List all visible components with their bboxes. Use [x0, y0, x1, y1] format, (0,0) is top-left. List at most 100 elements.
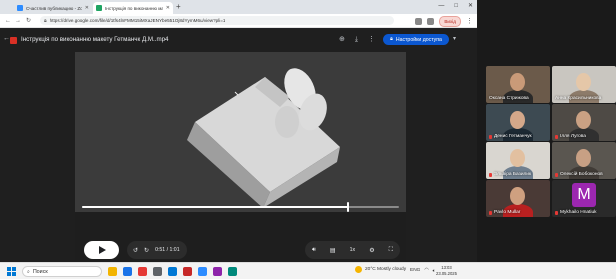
participant-name-text: Ілля Лугова: [560, 134, 586, 139]
forward-10-icon[interactable]: ↻: [144, 247, 149, 254]
video-frame: [75, 52, 406, 212]
participant-tile[interactable]: Анна Красильникова: [552, 66, 616, 103]
participant-tile[interactable]: Оксана Стрижова: [486, 66, 550, 103]
extension-icon[interactable]: [415, 18, 423, 25]
tab-drive-video[interactable]: Інструкція по виконанню макет ✕: [93, 2, 173, 14]
lock-icon: 🔒︎: [44, 17, 47, 24]
viewer-header: ← Інструкція по виконанню макету Гетманч…: [0, 29, 477, 51]
windows-taskbar: ⌕ Поиск 20°C Mostly cloudy ENG ◠ 🔈︎ 13:0…: [0, 262, 616, 279]
progress-fill: [82, 206, 349, 208]
drive-favicon-icon: [96, 5, 102, 11]
menu-dots-icon[interactable]: ⋮: [466, 18, 473, 26]
taskbar-app-icon[interactable]: [228, 267, 237, 276]
minimize-button[interactable]: —: [438, 2, 444, 11]
weather-cloud-sun-icon: [355, 266, 362, 273]
playback-speed[interactable]: 1x: [350, 247, 355, 253]
volume-icon[interactable]: 🔊︎: [312, 247, 316, 254]
participant-name: Ілля Лугова: [555, 134, 586, 139]
profile-button[interactable]: Вихід: [439, 16, 461, 27]
play-icon: [98, 246, 106, 254]
mic-muted-icon: [489, 172, 492, 177]
taskbar-app-icon[interactable]: [213, 267, 222, 276]
mic-muted-icon: [489, 134, 492, 139]
taskbar-app-icon[interactable]: [168, 267, 177, 276]
chevron-down-icon[interactable]: ▾: [453, 35, 456, 42]
mic-muted-icon: [489, 210, 492, 215]
browser-window: Счастлив публикацию - Zoom ✕ Інструкція …: [0, 0, 477, 262]
search-icon: ⌕: [27, 268, 30, 275]
zoom-favicon-icon: [17, 5, 23, 11]
participant-name: Анна Красильникова: [555, 96, 601, 101]
mic-muted-icon: [555, 172, 558, 177]
captions-icon[interactable]: ▤: [330, 247, 336, 254]
gear-icon[interactable]: ⚙︎: [369, 247, 374, 254]
file-title: Інструкція по виконанню макету Гетманчк …: [21, 36, 169, 43]
participant-name: Денис Гетманчук: [489, 134, 532, 139]
windows-start-icon[interactable]: [7, 267, 16, 276]
share-label: Настройки доступа: [395, 36, 442, 43]
participant-tile[interactable]: Pavlo Mullar: [486, 180, 550, 217]
participant-tile[interactable]: Денис Гетманчук: [486, 104, 550, 141]
taskbar-app-icon[interactable]: [108, 267, 117, 276]
participant-name-text: Оксана Стрижова: [489, 96, 529, 101]
tab-strip: Счастлив публикацию - Zoom ✕ Інструкція …: [0, 0, 477, 14]
address-bar[interactable]: 🔒︎ https://drive.google.com/file/d/1tfs4…: [40, 16, 394, 25]
taskbar-app-icon[interactable]: [138, 267, 147, 276]
participant-face: [510, 73, 525, 91]
taskbar-apps: [108, 267, 237, 276]
maximize-button[interactable]: □: [454, 2, 458, 11]
progress-thumb[interactable]: [347, 202, 350, 212]
share-settings-button[interactable]: 🔒︎ Настройки доступа: [383, 34, 449, 45]
avatar-initial: M: [572, 183, 596, 207]
taskbar-search[interactable]: ⌕ Поиск: [22, 266, 102, 277]
mic-muted-icon: [555, 134, 558, 139]
participant-name-text: Анна Красильникова: [555, 96, 602, 101]
weather-widget[interactable]: 20°C Mostly cloudy: [355, 266, 406, 273]
add-to-drive-icon[interactable]: ⊕: [339, 35, 345, 44]
reload-icon[interactable]: ↻: [26, 17, 31, 25]
video-content-3d-model: [75, 52, 406, 212]
participant-face: [510, 187, 525, 205]
close-tab-icon[interactable]: ✕: [166, 5, 170, 11]
taskbar-app-icon[interactable]: [198, 267, 207, 276]
forward-arrow-icon[interactable]: →: [15, 17, 21, 25]
tab-zoom[interactable]: Счастлив публикацию - Zoom ✕: [14, 2, 92, 14]
system-clock[interactable]: 13:03 23.05.2025: [436, 265, 457, 277]
new-tab-button[interactable]: +: [176, 2, 181, 12]
close-tab-icon[interactable]: ✕: [85, 5, 89, 11]
participant-tile[interactable]: M Mykhailo Hnatiuk: [552, 180, 616, 217]
participant-tile[interactable]: Эльвіра Базилик: [486, 142, 550, 179]
taskbar-app-icon[interactable]: [153, 267, 162, 276]
desktop: Счастлив публикацию - Zoom ✕ Інструкція …: [0, 0, 616, 279]
progress-bar[interactable]: [82, 202, 399, 212]
fullscreen-icon[interactable]: ⛶: [389, 247, 393, 254]
wifi-icon[interactable]: ◠: [424, 268, 428, 274]
close-window-button[interactable]: ✕: [468, 2, 473, 11]
download-icon[interactable]: ⤓: [355, 35, 358, 44]
language-indicator[interactable]: ENG: [410, 268, 420, 274]
drive-video-viewer: ← Інструкція по виконанню макету Гетманч…: [0, 29, 477, 262]
rewind-10-icon[interactable]: ↺: [133, 247, 138, 254]
bookmarks-icon[interactable]: [427, 18, 435, 25]
participant-tile[interactable]: Олексій Бобоконов: [552, 142, 616, 179]
taskbar-app-icon[interactable]: [123, 267, 132, 276]
participant-name-text: Олексій Бобоконов: [560, 172, 603, 177]
participant-name-text: Mykhailo Hnatiuk: [560, 210, 597, 215]
participant-name-text: Pavlo Mullar: [494, 210, 521, 215]
taskbar-app-icon[interactable]: [183, 267, 192, 276]
clock-date: 23.05.2025: [436, 271, 457, 276]
back-arrow-icon[interactable]: ←: [5, 17, 11, 25]
seek-controls: ↺ ↻ 0:51 / 1:01: [127, 241, 187, 259]
more-options-icon[interactable]: ⋮: [368, 35, 375, 44]
close-viewer-icon[interactable]: ←: [3, 35, 10, 42]
toolbar-right: Вихід ⋮: [415, 16, 473, 27]
participant-face: [510, 149, 525, 167]
participant-name: Эльвіра Базилик: [489, 172, 531, 177]
participant-name-text: Эльвіра Базилик: [494, 172, 532, 177]
play-button[interactable]: [84, 241, 119, 259]
video-player[interactable]: ↺ ↻ 0:51 / 1:01 🔊︎ ▤ 1x ⚙︎ ⛶: [75, 52, 406, 260]
viewer-actions: ⊕ ⤓ ⋮: [339, 35, 375, 44]
navigation-bar: ← → ↻ 🔒︎ https://drive.google.com/file/d…: [0, 14, 477, 28]
participant-tile[interactable]: Ілля Лугова: [552, 104, 616, 141]
participant-name: Mykhailo Hnatiuk: [555, 210, 597, 215]
